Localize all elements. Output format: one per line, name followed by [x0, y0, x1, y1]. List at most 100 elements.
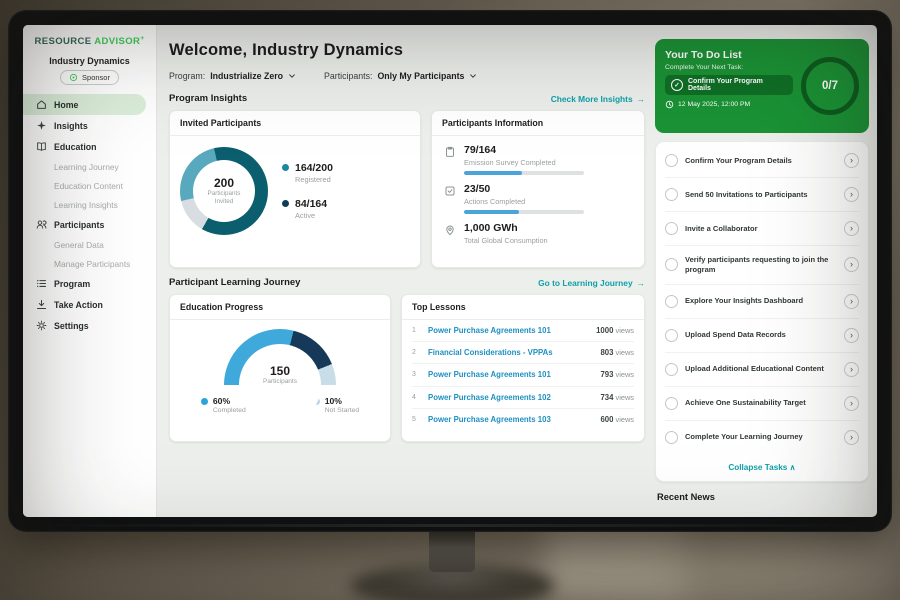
- education-gauge-chart: 150 Participants: [224, 329, 336, 385]
- donut-legend: 164/200 Registered 84/164 Active: [282, 162, 333, 220]
- task-item[interactable]: Complete Your Learning Journey ›: [665, 421, 859, 454]
- go-to-learning-journey-link[interactable]: Go to Learning Journey →: [538, 278, 645, 288]
- task-item[interactable]: Explore Your Insights Dashboard ›: [665, 285, 859, 319]
- checkbox-circle[interactable]: [665, 363, 678, 376]
- gear-icon: [36, 320, 47, 331]
- legend-item-active: 84/164 Active: [282, 198, 333, 220]
- logo-secondary: ADVISOR: [94, 36, 140, 47]
- invited-participants-card: Invited Participants 200 Participants In…: [169, 110, 421, 268]
- legend-dot: [282, 164, 289, 171]
- due-date: 12 May 2025, 12:00 PM: [665, 100, 793, 109]
- todo-progress-ring: 0/7: [801, 57, 859, 115]
- task-item[interactable]: Upload Additional Educational Content ›: [665, 353, 859, 387]
- collapse-tasks-link[interactable]: Collapse Tasks ∧: [665, 454, 859, 479]
- task-item[interactable]: Verify participants requesting to join t…: [665, 246, 859, 285]
- clock-icon: [665, 100, 674, 109]
- chevron-right-icon[interactable]: ›: [844, 257, 859, 272]
- card-title: Invited Participants: [170, 111, 420, 136]
- filters-row: Program: Industrialize Zero Participants…: [169, 71, 645, 81]
- sidebar-item-learning-journey[interactable]: Learning Journey: [23, 157, 156, 176]
- task-item[interactable]: Achieve One Sustainability Target ›: [665, 387, 859, 421]
- lesson-link[interactable]: Power Purchase Agreements 103: [428, 415, 592, 424]
- chevron-right-icon[interactable]: ›: [844, 221, 859, 236]
- lesson-link[interactable]: Power Purchase Agreements 101: [428, 326, 588, 335]
- checkbox-circle[interactable]: [665, 431, 678, 444]
- sidebar-item-insights[interactable]: Insights: [23, 115, 156, 136]
- learning-cards-row: Education Progress 150 Participants: [169, 294, 645, 442]
- program-insights-header: Program Insights Check More Insights →: [169, 93, 645, 104]
- sidebar-item-general-data[interactable]: General Data: [23, 235, 156, 254]
- sidebar-item-program[interactable]: Program: [23, 273, 156, 294]
- actions-completed-stat: 23/50 Actions Completed: [444, 183, 632, 214]
- app-logo: RESOURCE ADVISOR+: [23, 35, 156, 47]
- task-item[interactable]: Send 50 Invitations to Participants ›: [665, 178, 859, 212]
- sponsor-badge-label: Sponsor: [82, 73, 110, 82]
- chevron-right-icon[interactable]: ›: [844, 362, 859, 377]
- card-title: Participants Information: [432, 111, 644, 136]
- chevron-right-icon[interactable]: ›: [844, 153, 859, 168]
- task-item[interactable]: Invite a Collaborator ›: [665, 212, 859, 246]
- lesson-link[interactable]: Power Purchase Agreements 101: [428, 370, 592, 379]
- checkbox-circle[interactable]: [665, 258, 678, 271]
- checkbox-circle[interactable]: [665, 154, 678, 167]
- card-title: Top Lessons: [402, 295, 644, 320]
- participants-filter-label: Participants:: [324, 71, 372, 81]
- chevron-up-icon: ∧: [790, 463, 796, 472]
- insights-cards-row: Invited Participants 200 Participants In…: [169, 110, 645, 268]
- tasks-list-card: Confirm Your Program Details › Send 50 I…: [655, 141, 869, 482]
- lesson-views: 734 views: [600, 393, 634, 402]
- program-filter-dropdown[interactable]: Program: Industrialize Zero: [169, 71, 296, 81]
- photo-background: RESOURCE ADVISOR+ Industry Dynamics Spon…: [0, 0, 900, 600]
- clipboard-icon: [444, 146, 456, 158]
- sidebar-nav: Home Insights Education Learning Journey…: [23, 94, 156, 336]
- sidebar-item-participants[interactable]: Participants: [23, 214, 156, 235]
- participants-filter-dropdown[interactable]: Participants: Only My Participants: [324, 71, 477, 81]
- next-task-pill[interactable]: ✓ Confirm Your Program Details: [665, 75, 793, 95]
- chevron-right-icon[interactable]: ›: [844, 430, 859, 445]
- sidebar-item-home[interactable]: Home: [23, 94, 146, 115]
- sidebar-item-settings[interactable]: Settings: [23, 315, 156, 336]
- learning-journey-header: Participant Learning Journey Go to Learn…: [169, 277, 645, 288]
- global-consumption-stat: 1,000 GWh Total Global Consumption: [444, 222, 632, 249]
- arrow-right-icon: →: [637, 278, 645, 288]
- lesson-row: 1 Power Purchase Agreements 101 1000 vie…: [412, 320, 634, 342]
- monitor-bezel: RESOURCE ADVISOR+ Industry Dynamics Spon…: [8, 10, 892, 532]
- chevron-right-icon[interactable]: ›: [844, 294, 859, 309]
- checkbox-circle[interactable]: [665, 188, 678, 201]
- home-icon: [36, 99, 47, 110]
- checkbox-circle[interactable]: [665, 329, 678, 342]
- todo-panel: Your To Do List Complete Your Next Task:…: [653, 25, 877, 517]
- sidebar-item-education-content[interactable]: Education Content: [23, 176, 156, 195]
- participants-filter-value: Only My Participants: [377, 71, 464, 81]
- target-icon: [69, 73, 78, 82]
- lesson-link[interactable]: Financial Considerations - VPPAs: [428, 348, 592, 357]
- org-name: Industry Dynamics: [23, 56, 156, 66]
- check-square-icon: [444, 185, 456, 197]
- task-item[interactable]: Upload Spend Data Records ›: [665, 319, 859, 353]
- dashboard-screen: RESOURCE ADVISOR+ Industry Dynamics Spon…: [23, 25, 877, 517]
- chevron-right-icon[interactable]: ›: [844, 396, 859, 411]
- section-title-learning-journey: Participant Learning Journey: [169, 277, 300, 288]
- sidebar: RESOURCE ADVISOR+ Industry Dynamics Spon…: [23, 25, 157, 517]
- sidebar-item-learning-insights[interactable]: Learning Insights: [23, 195, 156, 214]
- sidebar-item-education[interactable]: Education: [23, 136, 156, 157]
- sidebar-item-manage-participants[interactable]: Manage Participants: [23, 254, 156, 273]
- lesson-link[interactable]: Power Purchase Agreements 102: [428, 393, 592, 402]
- sponsor-badge: Sponsor: [60, 70, 119, 85]
- sidebar-item-take-action[interactable]: Take Action: [23, 294, 156, 315]
- task-item[interactable]: Confirm Your Program Details ›: [665, 144, 859, 178]
- check-more-insights-link[interactable]: Check More Insights →: [551, 94, 645, 104]
- legend-item-registered: 164/200 Registered: [282, 162, 333, 184]
- chevron-right-icon[interactable]: ›: [844, 328, 859, 343]
- program-filter-label: Program:: [169, 71, 205, 81]
- people-icon: [36, 219, 47, 230]
- chevron-right-icon[interactable]: ›: [844, 187, 859, 202]
- participants-information-card: Participants Information 79/164 Emission…: [431, 110, 645, 268]
- arrow-right-icon: →: [637, 94, 645, 104]
- checkbox-circle[interactable]: [665, 295, 678, 308]
- checkbox-circle[interactable]: [665, 222, 678, 235]
- top-lessons-card: Top Lessons 1 Power Purchase Agreements …: [401, 294, 645, 442]
- progress-bar: [464, 210, 584, 214]
- checkbox-circle[interactable]: [665, 397, 678, 410]
- todo-summary-card: Your To Do List Complete Your Next Task:…: [655, 39, 869, 133]
